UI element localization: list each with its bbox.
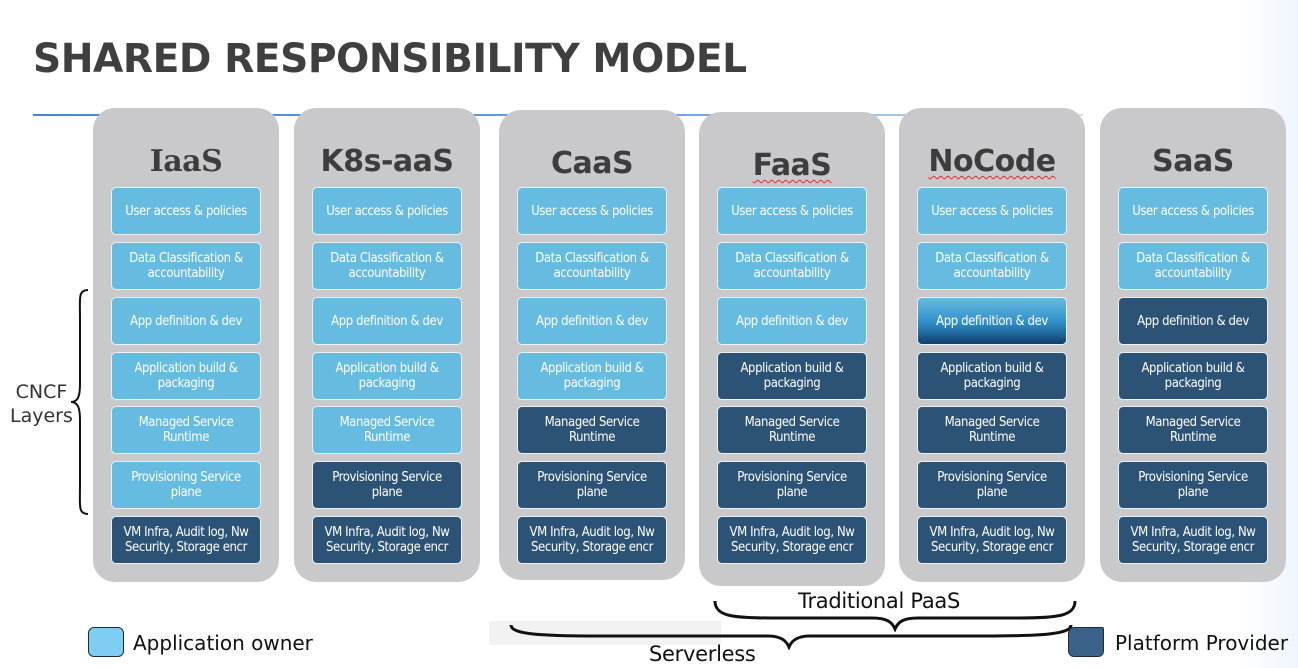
legend-application-owner-swatch — [88, 627, 124, 657]
layer-cell: App definition & dev — [917, 297, 1067, 345]
layer-cell: VM Infra, Audit log, Nw Security, Storag… — [312, 516, 462, 564]
layer-cell: Data Classification & accountability — [917, 242, 1067, 290]
layer-cell: Managed Service Runtime — [517, 406, 667, 454]
layer-cell: Application build & packaging — [717, 352, 867, 400]
column-caas: CaaS User access & policies Data Classific… — [499, 110, 685, 580]
column-k8s-aas: K8s-aaS User access & policies Data Classi… — [294, 108, 480, 582]
column-title: IaaS — [93, 144, 279, 179]
layer-cell: User access & policies — [111, 187, 261, 235]
column-title: CaaS — [499, 146, 685, 181]
column-title: K8s-aaS — [294, 144, 480, 179]
serverless-label: Serverless — [649, 642, 756, 666]
layer-cell: Data Classification & accountability — [1118, 242, 1268, 290]
column-title: SaaS — [1100, 144, 1286, 179]
layer-cell: Managed Service Runtime — [917, 406, 1067, 454]
layer-cell: Data Classification & accountability — [517, 242, 667, 290]
layer-cell: Application build & packaging — [312, 352, 462, 400]
layer-cell: Data Classification & accountability — [111, 242, 261, 290]
layer-cell: App definition & dev — [517, 297, 667, 345]
column-title-text: IaaS — [149, 144, 223, 179]
layer-cell: Managed Service Runtime — [312, 406, 462, 454]
layer-cell: Provisioning Service plane — [917, 461, 1067, 509]
page-title: SHARED RESPONSIBILITY MODEL — [33, 36, 747, 82]
layer-cell: Provisioning Service plane — [312, 461, 462, 509]
layer-cell: App definition & dev — [111, 297, 261, 345]
column-title-text: NoCode — [928, 144, 1056, 179]
column-title-text: K8s-aaS — [320, 144, 454, 179]
column-title-text: FaaS — [752, 148, 832, 183]
cncf-label-line2: Layers — [10, 405, 73, 427]
layer-cell: VM Infra, Audit log, Nw Security, Storag… — [517, 516, 667, 564]
column-nocode: NoCode User access & policies Data Classif… — [899, 108, 1085, 582]
layer-cell: Managed Service Runtime — [111, 406, 261, 454]
layer-cell: Application build & packaging — [1118, 352, 1268, 400]
legend-platform-provider-label: Platform Provider — [1115, 631, 1289, 655]
layer-cell: App definition & dev — [312, 297, 462, 345]
cncf-label-line1: CNCF — [15, 381, 68, 403]
traditional-paas-label: Traditional PaaS — [798, 589, 961, 613]
legend-platform-provider-swatch — [1068, 627, 1104, 657]
layer-cell: Application build & packaging — [111, 352, 261, 400]
layer-cell: User access & policies — [312, 187, 462, 235]
layer-cell: App definition & dev — [1118, 297, 1268, 345]
column-title-text: CaaS — [550, 146, 634, 181]
column-title: NoCode — [899, 144, 1085, 179]
layer-cell: Data Classification & accountability — [312, 242, 462, 290]
layer-cell: VM Infra, Audit log, Nw Security, Storag… — [1118, 516, 1268, 564]
column-title: FaaS — [699, 148, 885, 183]
layer-cell: Provisioning Service plane — [1118, 461, 1268, 509]
layer-cell: Provisioning Service plane — [111, 461, 261, 509]
layer-cell: User access & policies — [917, 187, 1067, 235]
layer-cell: User access & policies — [517, 187, 667, 235]
layer-cell: Data Classification & accountability — [717, 242, 867, 290]
layer-cell: Application build & packaging — [917, 352, 1067, 400]
layer-cell: VM Infra, Audit log, Nw Security, Storag… — [111, 516, 261, 564]
column-saas: SaaS User access & policies Data Classific… — [1100, 108, 1286, 582]
column-title-text: SaaS — [1152, 144, 1234, 179]
layer-cell: VM Infra, Audit log, Nw Security, Storag… — [917, 516, 1067, 564]
layer-cell: Provisioning Service plane — [717, 461, 867, 509]
layer-cell: User access & policies — [717, 187, 867, 235]
cncf-layers-label: CNCF Layers — [10, 380, 73, 428]
legend-application-owner-label: Application owner — [133, 631, 313, 655]
layer-cell: App definition & dev — [717, 297, 867, 345]
layer-cell: User access & policies — [1118, 187, 1268, 235]
column-iaas: IaaS User access & policies Data Classific… — [93, 108, 279, 582]
layer-cell: Managed Service Runtime — [1118, 406, 1268, 454]
column-faas: FaaS User access & policies Data Classific… — [699, 112, 885, 586]
layer-cell: Managed Service Runtime — [717, 406, 867, 454]
layer-cell: Application build & packaging — [517, 352, 667, 400]
layer-cell: VM Infra, Audit log, Nw Security, Storag… — [717, 516, 867, 564]
serverless-brace — [509, 624, 1073, 650]
layer-cell: Provisioning Service plane — [517, 461, 667, 509]
